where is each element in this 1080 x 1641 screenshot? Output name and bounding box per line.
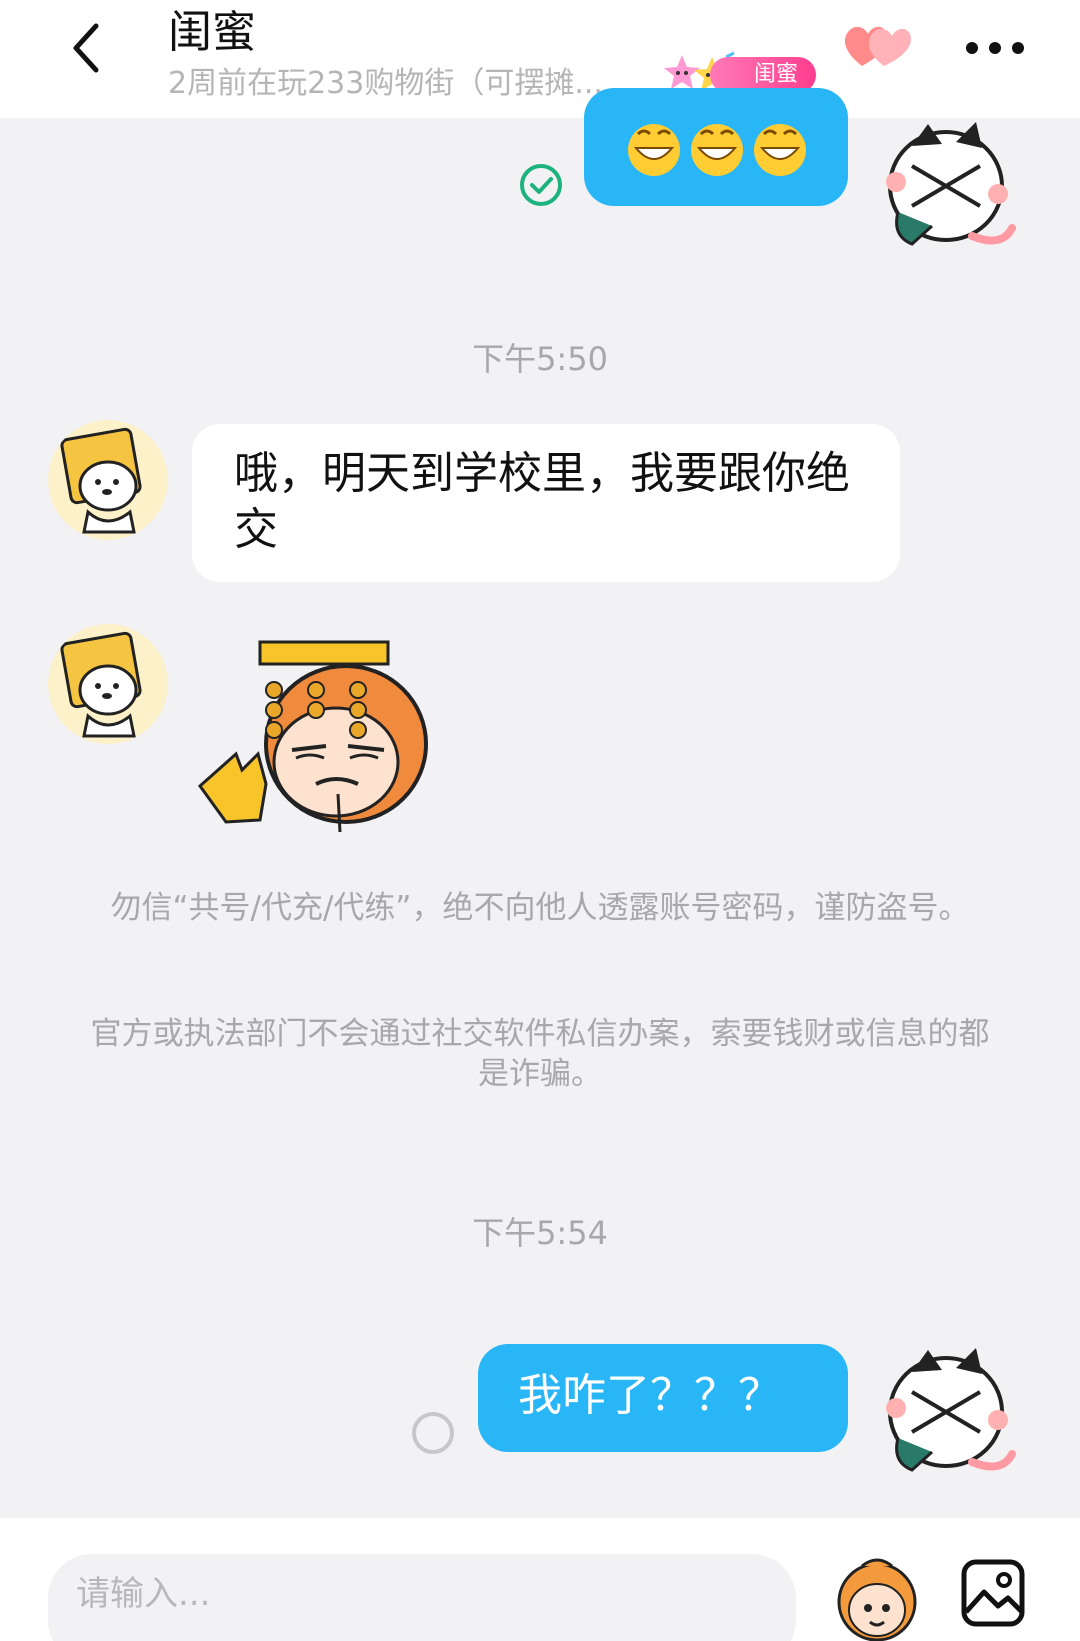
chat-status-subtitle: 2周前在玩233购物街（可摆摊...: [168, 66, 603, 101]
friend-avatar[interactable]: [48, 624, 168, 744]
message-text: 我咋了？？？: [518, 1370, 782, 1421]
timestamp: 下午5:54: [472, 1214, 608, 1252]
sticker-mascot-icon[interactable]: [832, 1552, 922, 1641]
back-arrow-icon[interactable]: [62, 18, 122, 78]
chat-title: 闺蜜: [168, 7, 256, 58]
message-input[interactable]: [48, 1554, 796, 1641]
read-check-icon: [520, 164, 562, 206]
image-picker-icon[interactable]: [960, 1558, 1026, 1628]
chat-header: 闺蜜 2周前在玩233购物街（可摆摊... 闺蜜: [0, 0, 1080, 118]
message-list[interactable]: 下午5:50 哦，明天到学校里，我要跟你绝交 勿信“共号/代充/代练”，绝不向他…: [0, 88, 1080, 1518]
message-input-bar: [0, 1518, 1080, 1641]
emperor-sticker-image[interactable]: [196, 634, 466, 854]
outgoing-message-bubble[interactable]: [584, 88, 848, 206]
message-text: 哦，明天到学校里，我要跟你绝交: [234, 448, 850, 555]
grin-emoji-icon: [628, 124, 806, 176]
timestamp: 下午5:50: [472, 340, 608, 378]
more-options-icon[interactable]: [962, 30, 1028, 66]
incoming-message-bubble[interactable]: 哦，明天到学校里，我要跟你绝交: [192, 424, 900, 582]
my-avatar[interactable]: [872, 116, 1020, 252]
safety-notice: 勿信“共号/代充/代练”，绝不向他人透露账号密码，谨防盗号。: [110, 890, 970, 926]
intimacy-heart-icon[interactable]: [840, 22, 912, 72]
my-avatar[interactable]: [872, 1342, 1020, 1478]
sending-status-icon: [412, 1412, 454, 1454]
outgoing-message-bubble[interactable]: 我咋了？？？: [478, 1344, 848, 1452]
safety-notice: 官方或执法部门不会通过社交软件私信办案，索要钱财或信息的都是诈骗。: [90, 1016, 990, 1092]
friend-avatar[interactable]: [48, 420, 168, 540]
